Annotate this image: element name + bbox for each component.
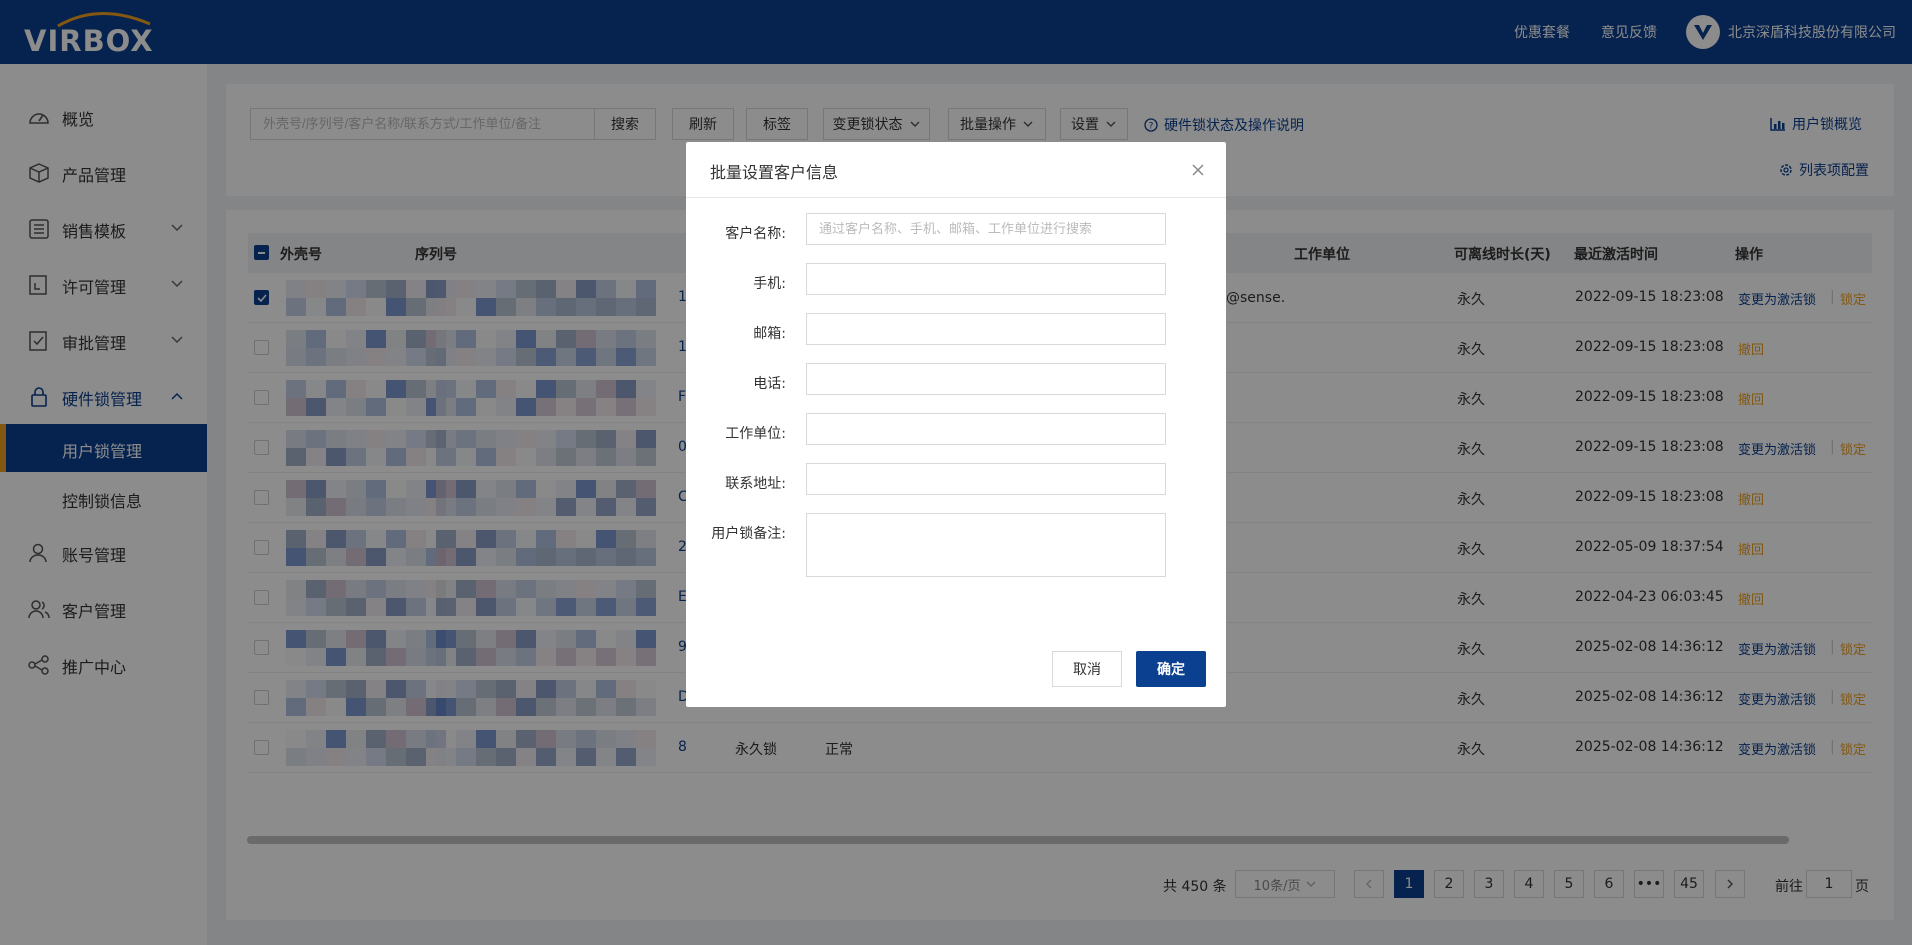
form-input[interactable] [806, 363, 1166, 395]
remark-textarea[interactable] [806, 513, 1166, 577]
form-input[interactable] [806, 463, 1166, 495]
dialog-header: 批量设置客户信息 [686, 142, 1226, 198]
batch-customer-dialog: 批量设置客户信息 客户名称: 通过客户名称、手机、邮箱、工作单位进行搜索手机: 邮箱… [686, 142, 1226, 707]
form-input[interactable] [806, 413, 1166, 445]
form-label: 客户名称: [725, 226, 786, 242]
cancel-button[interactable]: 取消 [1052, 651, 1122, 687]
form-label: 电话: [753, 376, 786, 392]
form-input[interactable] [806, 263, 1166, 295]
confirm-button[interactable]: 确定 [1136, 651, 1206, 687]
form-label: 联系地址: [725, 476, 786, 492]
form-label: 用户锁备注: [711, 526, 786, 542]
dialog-title: 批量设置客户信息 [710, 163, 839, 182]
form-label: 手机: [753, 276, 786, 292]
form-input[interactable]: 通过客户名称、手机、邮箱、工作单位进行搜索 [806, 213, 1166, 245]
form-label: 工作单位: [725, 426, 786, 442]
form-label: 邮箱: [753, 326, 786, 342]
form-input[interactable] [806, 313, 1166, 345]
close-icon[interactable] [1190, 162, 1206, 178]
